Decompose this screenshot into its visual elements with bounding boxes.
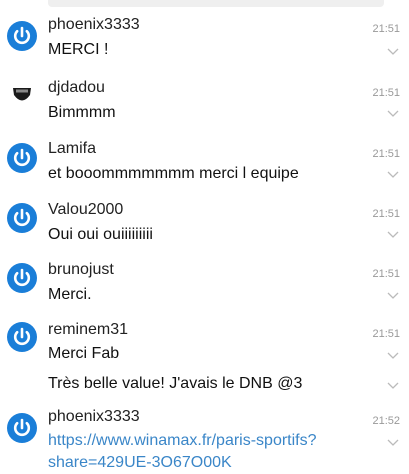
power-icon xyxy=(7,322,37,352)
power-icon xyxy=(7,203,37,233)
author-name[interactable]: brunojust xyxy=(48,261,114,279)
message-text: Merci Fab xyxy=(48,345,120,362)
power-icon xyxy=(7,263,37,293)
avatar[interactable] xyxy=(7,263,37,293)
message-text: et booommmmmmm merci l equipe xyxy=(48,165,299,182)
chevron-down-icon[interactable] xyxy=(387,292,399,300)
chevron-down-icon[interactable] xyxy=(387,48,399,56)
message-text: Très belle value! J'avais le DNB @3 xyxy=(48,375,303,392)
author-name[interactable]: reminem31 xyxy=(48,321,128,339)
timestamp: 21:51 xyxy=(372,148,400,160)
message-text: MERCI ! xyxy=(48,41,109,58)
chevron-down-icon[interactable] xyxy=(387,352,399,360)
chevron-down-icon[interactable] xyxy=(387,110,399,118)
timestamp: 21:51 xyxy=(372,328,400,340)
avatar[interactable] xyxy=(7,21,37,51)
power-icon xyxy=(7,21,37,51)
link-line[interactable]: https://www.winamax.fr/paris-sportifs? xyxy=(48,430,368,452)
author-name[interactable]: phoenix3333 xyxy=(48,16,140,34)
timestamp: 21:51 xyxy=(372,87,400,99)
team-badge-icon xyxy=(7,79,37,109)
author-name[interactable]: djdadou xyxy=(48,79,105,97)
timestamp: 21:52 xyxy=(372,415,400,427)
avatar[interactable] xyxy=(7,203,37,233)
author-name[interactable]: Valou2000 xyxy=(48,201,123,219)
message-text: Bimmmm xyxy=(48,104,116,121)
top-bar xyxy=(0,0,409,9)
avatar[interactable] xyxy=(7,79,37,109)
timestamp: 21:51 xyxy=(372,268,400,280)
author-name[interactable]: Lamifa xyxy=(48,140,96,158)
power-icon xyxy=(7,413,37,443)
timestamp: 21:51 xyxy=(372,23,400,35)
chevron-down-icon[interactable] xyxy=(387,231,399,239)
chevron-down-icon[interactable] xyxy=(387,382,399,390)
avatar[interactable] xyxy=(7,143,37,173)
message-text: Merci. xyxy=(48,286,92,303)
link-line[interactable]: share=429UE-3O67O00K xyxy=(48,452,368,474)
chevron-down-icon[interactable] xyxy=(387,171,399,179)
chevron-down-icon[interactable] xyxy=(387,439,399,447)
avatar[interactable] xyxy=(7,413,37,443)
message-text: Oui oui ouiiiiiiiii xyxy=(48,226,153,243)
timestamp: 21:51 xyxy=(372,208,400,220)
avatar[interactable] xyxy=(7,322,37,352)
author-name[interactable]: phoenix3333 xyxy=(48,408,140,426)
top-input-edge xyxy=(48,0,384,7)
power-icon xyxy=(7,143,37,173)
message-link[interactable]: https://www.winamax.fr/paris-sportifs? s… xyxy=(48,430,368,474)
